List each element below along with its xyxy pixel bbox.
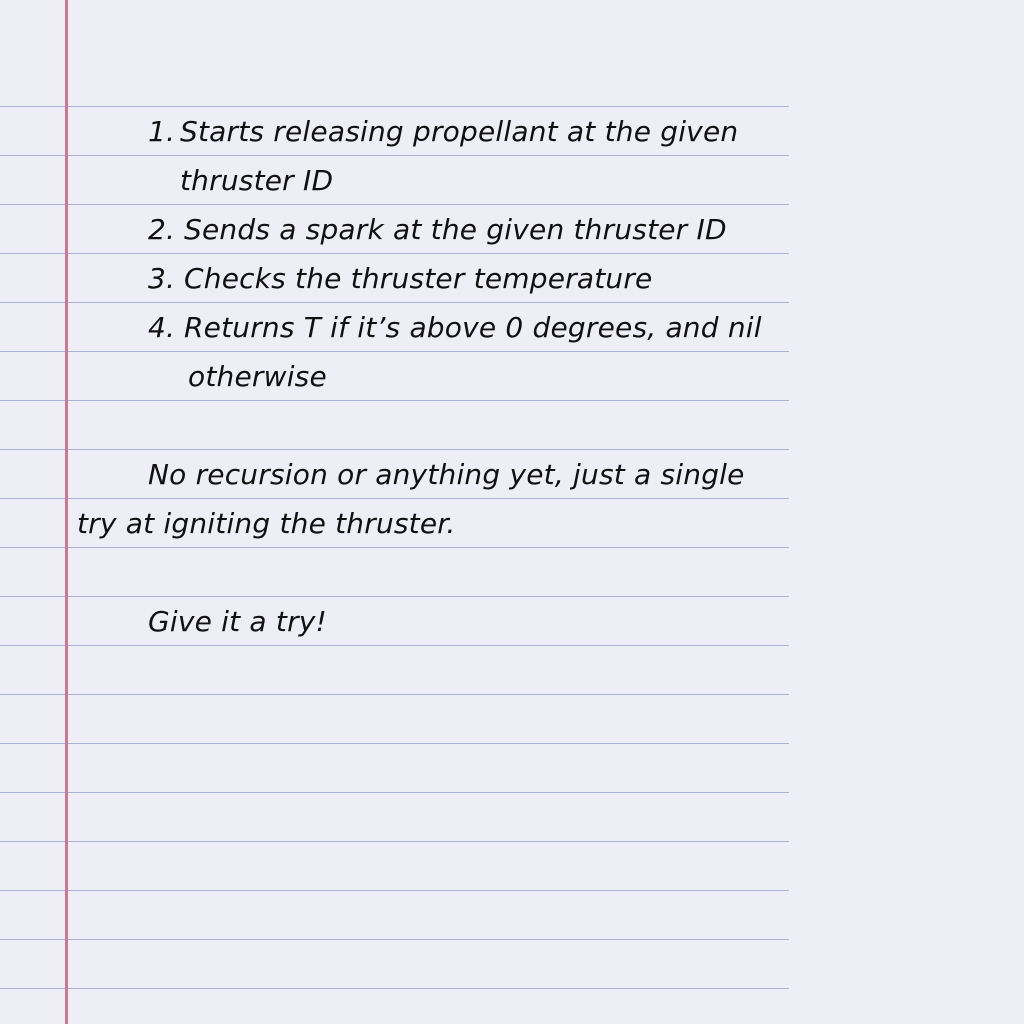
- rule-line: [0, 890, 789, 891]
- rule-line: [0, 694, 789, 695]
- rule-line: [0, 939, 789, 940]
- rule-line: [0, 645, 789, 646]
- rule-line: [0, 596, 789, 597]
- paragraph-2: Give it a try!: [148, 605, 327, 638]
- margin-line: [65, 0, 68, 1024]
- rule-line: [0, 400, 789, 401]
- list-item-3-number: 3.: [148, 262, 176, 295]
- list-item-4-text: Returns T if it’s above 0 degrees, and n…: [184, 311, 762, 344]
- rule-line: [0, 988, 789, 989]
- list-item-2-number: 2.: [148, 213, 176, 246]
- list-item-4-number: 4.: [148, 311, 176, 344]
- paragraph-1-line-2: try at igniting the thruster.: [77, 507, 456, 540]
- rule-line: [0, 841, 789, 842]
- paragraph-1-line-1: No recursion or anything yet, just a sin…: [148, 458, 745, 491]
- list-item-3-text: Checks the thruster temperature: [184, 262, 653, 295]
- lined-notebook-page: 1. Starts releasing propellant at the gi…: [0, 0, 1024, 1024]
- list-item-1-text: Starts releasing propellant at the given: [180, 115, 739, 148]
- list-item-1-number: 1.: [148, 115, 176, 148]
- rule-line: [0, 792, 789, 793]
- rule-line: [0, 743, 789, 744]
- list-item-1-continuation: thruster ID: [180, 164, 334, 197]
- list-item-2-text: Sends a spark at the given thruster ID: [184, 213, 727, 246]
- list-item-4-continuation: otherwise: [188, 360, 327, 393]
